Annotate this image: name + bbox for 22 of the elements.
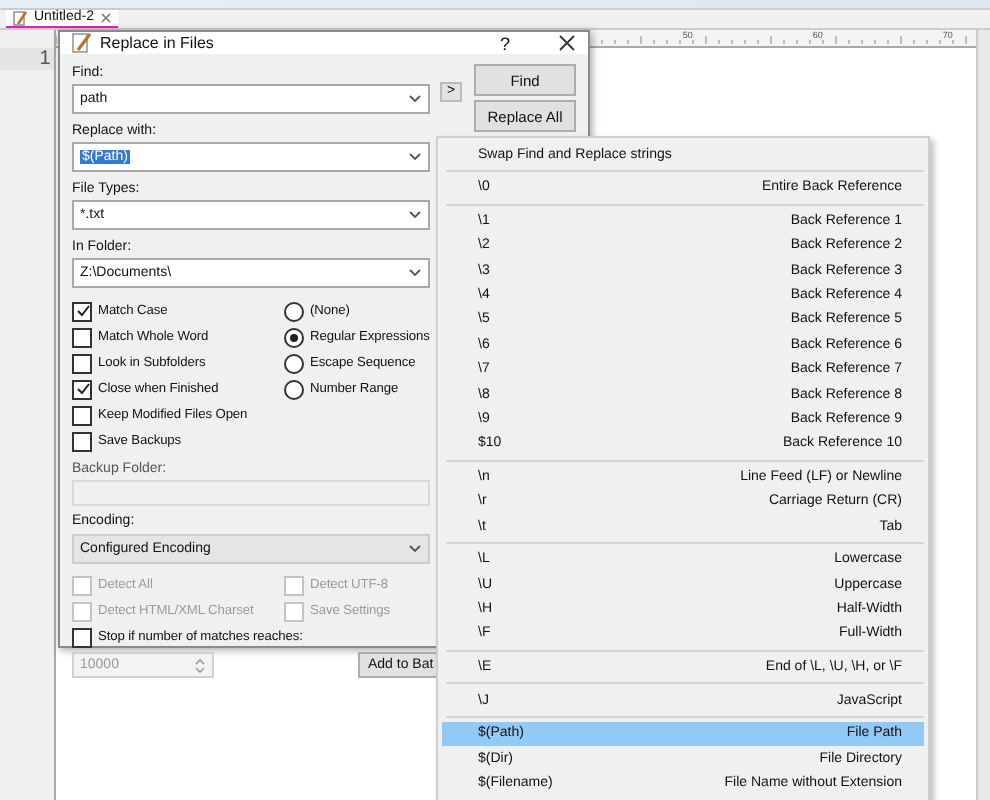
- checkbox-box[interactable]: [72, 431, 92, 451]
- close-icon[interactable]: [558, 34, 576, 52]
- dialog-title: Replace in Files: [100, 34, 216, 52]
- checkbox-box[interactable]: [72, 327, 92, 347]
- radio-button[interactable]: [284, 379, 304, 399]
- scrollbar[interactable]: [976, 30, 990, 800]
- line-number: 1: [0, 48, 55, 70]
- radio-button[interactable]: [284, 353, 304, 373]
- radio-button[interactable]: [284, 301, 304, 321]
- checkbox-box[interactable]: [72, 627, 92, 647]
- caret-icon[interactable]: [408, 94, 422, 104]
- caret-icon[interactable]: [408, 268, 422, 278]
- document-icon: [12, 10, 28, 26]
- help-button[interactable]: ?: [499, 33, 510, 53]
- radio-button[interactable]: [284, 327, 304, 347]
- caret-icon[interactable]: [408, 210, 422, 220]
- caret-icon[interactable]: [408, 544, 422, 554]
- checkbox-box[interactable]: [72, 379, 92, 399]
- checkbox-box[interactable]: [72, 353, 92, 373]
- checkbox-box[interactable]: [72, 405, 92, 425]
- checkbox-box[interactable]: [72, 301, 92, 321]
- caret-icon[interactable]: [408, 152, 422, 162]
